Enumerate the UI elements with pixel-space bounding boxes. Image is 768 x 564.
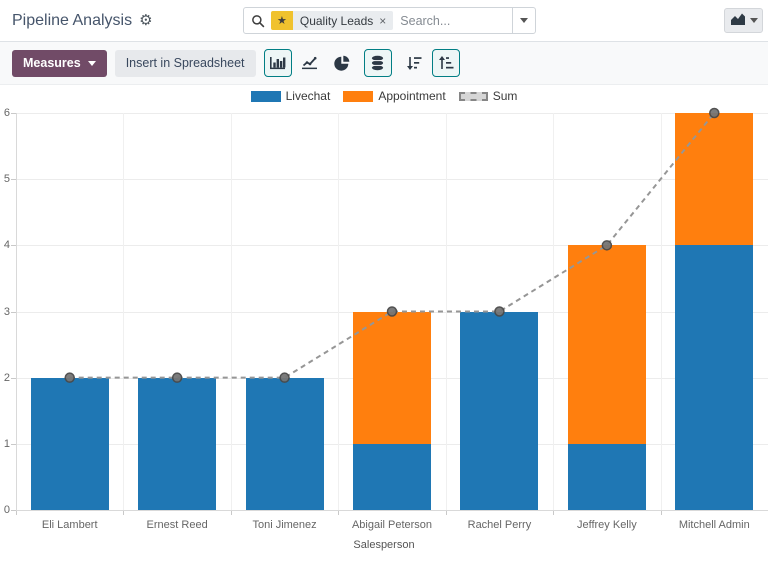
graph-toolbar: Measures Insert in Spreadsheet bbox=[0, 41, 768, 85]
x-tick-label: Ernest Reed bbox=[123, 519, 230, 532]
bar-segment-livechat[interactable] bbox=[675, 245, 753, 510]
stacked-toggle-button[interactable] bbox=[364, 49, 392, 77]
pipeline-analysis-app: Pipeline Analysis ⚙ ★ Quality Leads × bbox=[0, 0, 768, 564]
bar-segment-livechat[interactable] bbox=[246, 378, 324, 510]
breadcrumb: Pipeline Analysis ⚙ bbox=[12, 0, 153, 41]
measures-label: Measures bbox=[23, 56, 81, 70]
x-tick-label: Rachel Perry bbox=[446, 519, 553, 532]
y-tick-label: 5 bbox=[0, 173, 10, 185]
x-gridline bbox=[446, 113, 447, 510]
sort-group bbox=[400, 49, 460, 77]
y-gridline bbox=[16, 113, 768, 114]
search-input[interactable] bbox=[400, 14, 512, 28]
star-icon: ★ bbox=[271, 11, 293, 30]
sort-descending-icon bbox=[406, 55, 422, 71]
chart-legend: Livechat Appointment Sum bbox=[0, 89, 768, 103]
pie-chart-icon bbox=[334, 55, 350, 71]
chevron-down-icon bbox=[520, 18, 528, 23]
chart-type-line-button[interactable] bbox=[296, 49, 324, 77]
chevron-down-icon bbox=[750, 18, 758, 23]
measures-button[interactable]: Measures bbox=[12, 50, 107, 77]
bar-segment-appointment[interactable] bbox=[353, 312, 431, 444]
x-tick-label: Toni Jimenez bbox=[231, 519, 338, 532]
bar-segment-livechat[interactable] bbox=[138, 378, 216, 510]
legend-swatch bbox=[343, 91, 373, 102]
control-panel: Pipeline Analysis ⚙ ★ Quality Leads × bbox=[0, 0, 768, 41]
chart-type-group bbox=[264, 49, 356, 77]
legend-item-appointment[interactable]: Appointment bbox=[343, 89, 445, 103]
legend-item-livechat[interactable]: Livechat bbox=[251, 89, 331, 103]
search-dropdown-toggle[interactable] bbox=[512, 8, 535, 33]
chevron-down-icon bbox=[88, 61, 96, 66]
y-tick-label: 1 bbox=[0, 438, 10, 450]
chart-type-pie-button[interactable] bbox=[328, 49, 356, 77]
pipeline-chart: Livechat Appointment Sum Salesperson 0 1 2 3 4… bbox=[0, 85, 768, 564]
facet-remove-icon[interactable]: × bbox=[379, 15, 386, 27]
y-tick-label: 2 bbox=[0, 372, 10, 384]
bar-segment-appointment[interactable] bbox=[568, 245, 646, 444]
legend-swatch bbox=[459, 92, 488, 101]
chart-type-bar-button[interactable] bbox=[264, 49, 292, 77]
line-chart-icon bbox=[301, 55, 318, 71]
y-tick-label: 6 bbox=[0, 107, 10, 119]
x-gridline bbox=[661, 113, 662, 510]
search-icon bbox=[251, 14, 265, 28]
insert-in-spreadsheet-button[interactable]: Insert in Spreadsheet bbox=[115, 50, 256, 77]
sort-descending-button[interactable] bbox=[400, 49, 428, 77]
x-tick-label: Eli Lambert bbox=[16, 519, 123, 532]
legend-label: Livechat bbox=[286, 89, 331, 103]
x-gridline bbox=[338, 113, 339, 510]
x-gridline bbox=[553, 113, 554, 510]
sort-ascending-button[interactable] bbox=[432, 49, 460, 77]
y-tick-label: 4 bbox=[0, 239, 10, 251]
x-axis-title: Salesperson bbox=[0, 539, 768, 551]
x-tick-label: Mitchell Admin bbox=[661, 519, 768, 532]
stacked-icon bbox=[370, 55, 385, 71]
y-tick-label: 0 bbox=[0, 504, 10, 516]
x-tick-label: Jeffrey Kelly bbox=[553, 519, 660, 532]
y-gridline bbox=[16, 179, 768, 180]
y-gridline bbox=[16, 245, 768, 246]
facet-label: Quality Leads bbox=[300, 14, 373, 28]
bar-segment-livechat[interactable] bbox=[31, 378, 109, 510]
x-tick-label: Abigail Peterson bbox=[338, 519, 445, 532]
x-gridline bbox=[231, 113, 232, 510]
gear-icon[interactable]: ⚙ bbox=[139, 13, 152, 28]
legend-swatch bbox=[251, 91, 281, 102]
search-bar[interactable]: ★ Quality Leads × bbox=[243, 7, 536, 34]
legend-label: Appointment bbox=[378, 89, 445, 103]
bar-segment-appointment[interactable] bbox=[675, 113, 753, 245]
legend-label: Sum bbox=[493, 89, 518, 103]
bar-chart-icon bbox=[269, 55, 286, 71]
y-tick-label: 3 bbox=[0, 306, 10, 318]
bar-segment-livechat[interactable] bbox=[460, 312, 538, 511]
page-title: Pipeline Analysis bbox=[12, 12, 132, 30]
x-axis-line bbox=[16, 510, 768, 511]
sort-ascending-icon bbox=[438, 55, 454, 71]
x-gridline bbox=[123, 113, 124, 510]
bar-segment-livechat[interactable] bbox=[353, 444, 431, 510]
area-chart-icon bbox=[730, 12, 746, 30]
legend-item-sum[interactable]: Sum bbox=[459, 89, 518, 103]
y-axis-line bbox=[16, 113, 17, 510]
view-switcher-button[interactable] bbox=[724, 8, 763, 33]
filter-facet[interactable]: ★ Quality Leads × bbox=[271, 11, 393, 30]
bar-segment-livechat[interactable] bbox=[568, 444, 646, 510]
